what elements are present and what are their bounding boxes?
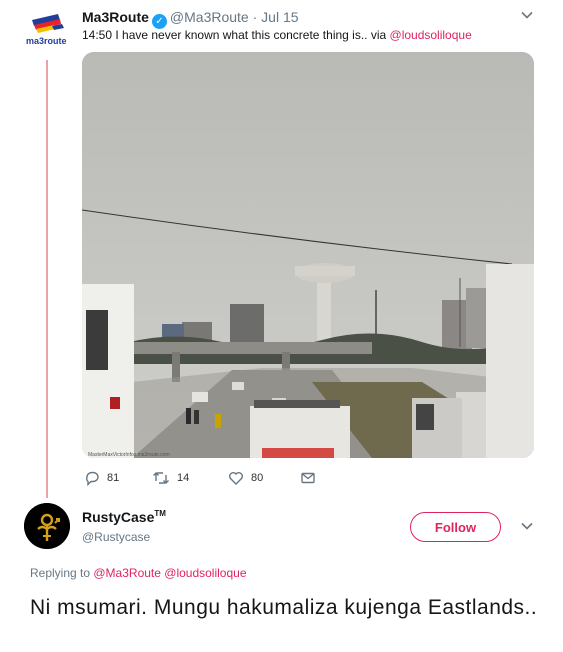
author-handle[interactable]: @Ma3Route (170, 9, 249, 25)
tweet-photo[interactable]: MasterMaxVictorInfos.ma3route.com (82, 52, 534, 458)
rustycase-avatar[interactable] (24, 503, 70, 549)
tweet-text: 14:50 I have never known what this concr… (82, 28, 472, 43)
verified-badge-icon: ✓ (151, 14, 167, 29)
reply-icon (86, 471, 99, 486)
replying-to-line: Replying to @Ma3Route @loudsoliloque (30, 566, 247, 580)
author-name-text: RustyCase (82, 509, 155, 525)
direct-message-action[interactable] (300, 470, 316, 486)
tweet-date[interactable]: Jul 15 (261, 9, 298, 25)
retweet-count: 14 (177, 472, 190, 484)
chevron-down-icon[interactable] (520, 8, 534, 25)
love-symbol-icon (24, 503, 70, 549)
heart-icon (229, 472, 243, 485)
ma3route-logo-icon: ma3route (26, 14, 67, 46)
photo-scene-image: MasterMaxVictorInfos.ma3route.com (82, 52, 534, 458)
replying-prefix: Replying to (30, 566, 94, 580)
tweet-actions: 81 14 80 (84, 470, 344, 488)
reply-count: 81 (107, 472, 120, 484)
tweet-header: Ma3Route ✓ @Ma3Route · Jul 15 (82, 9, 299, 29)
like-count: 80 (251, 472, 264, 484)
follow-button[interactable]: Follow (410, 512, 501, 542)
author-handle[interactable]: @Rustycase (82, 530, 150, 544)
reply-action[interactable]: 81 (84, 470, 119, 486)
thread-connector-line (46, 60, 48, 498)
reply-tweet-text: Ni msumari. Mungu hakumaliza kujenga Eas… (30, 596, 538, 619)
like-action[interactable]: 80 (228, 470, 263, 486)
mention-link[interactable]: @loudsoliloque (390, 28, 472, 42)
retweet-action[interactable]: 14 (152, 470, 189, 486)
author-name[interactable]: RustyCaseTM (82, 509, 166, 525)
envelope-icon (301, 472, 315, 484)
avatar-text: ma3route (26, 36, 67, 46)
chevron-down-icon[interactable] (520, 519, 534, 536)
trademark-mark: TM (154, 509, 166, 518)
ma3route-avatar[interactable]: ma3route (24, 8, 70, 54)
photo-watermark: MasterMaxVictorInfos.ma3route.com (88, 452, 170, 458)
replying-to-mentions[interactable]: @Ma3Route @loudsoliloque (93, 566, 246, 580)
author-name[interactable]: Ma3Route (82, 9, 149, 25)
tweet-body: 14:50 I have never known what this concr… (82, 28, 390, 42)
retweet-icon (153, 472, 169, 484)
date-separator: · (252, 9, 258, 25)
